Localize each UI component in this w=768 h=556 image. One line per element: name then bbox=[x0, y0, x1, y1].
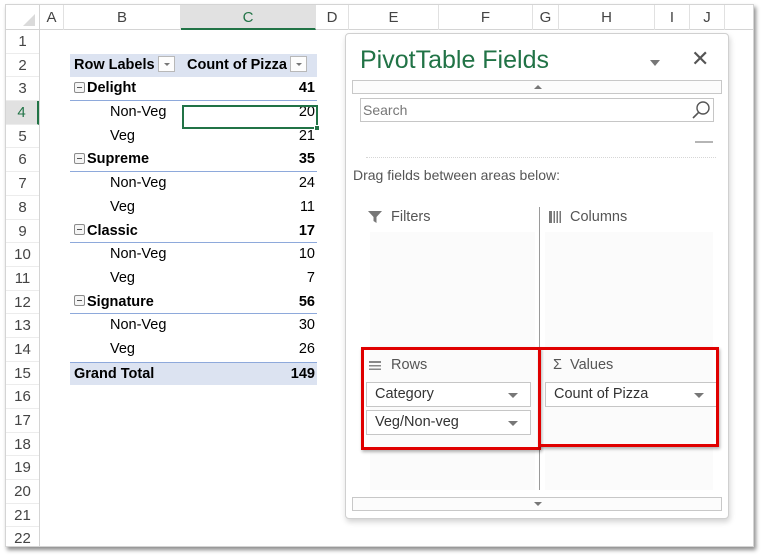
row-header[interactable]: 3 bbox=[6, 77, 39, 102]
column-header-bar: A B C D E F G H I J bbox=[6, 5, 753, 30]
search-placeholder: Search bbox=[363, 102, 408, 118]
row-header[interactable]: 12 bbox=[6, 291, 39, 315]
column-header-h[interactable]: H bbox=[559, 5, 655, 30]
columns-area-title: Columns bbox=[570, 209, 628, 225]
pivot-child-row[interactable]: Non-Veg 10 bbox=[70, 243, 317, 267]
row-header[interactable]: 1 bbox=[6, 30, 39, 54]
pivot-child-row[interactable]: Veg 11 bbox=[70, 196, 317, 220]
row-header[interactable]: 13 bbox=[6, 314, 39, 338]
filters-area-title: Filters bbox=[391, 209, 431, 225]
column-header-i[interactable]: I bbox=[655, 5, 690, 30]
row-header[interactable]: 5 bbox=[6, 125, 39, 149]
collapse-icon[interactable] bbox=[74, 224, 85, 236]
scroll-down-button[interactable] bbox=[352, 497, 722, 511]
tools-menu-icon[interactable] bbox=[695, 141, 713, 143]
selected-cell-c4[interactable] bbox=[182, 105, 320, 131]
fill-handle[interactable] bbox=[314, 125, 320, 131]
scroll-up-button[interactable] bbox=[352, 80, 722, 94]
filters-drop-zone[interactable] bbox=[370, 232, 535, 342]
filter-icon bbox=[368, 211, 382, 223]
pivot-header-row: Row Labels Count of Pizza bbox=[70, 53, 317, 78]
select-all-corner[interactable] bbox=[6, 5, 40, 30]
pivot-group-row[interactable]: Signature 56 bbox=[70, 291, 317, 315]
column-header-a[interactable]: A bbox=[40, 5, 64, 30]
separator bbox=[366, 157, 716, 158]
row-header[interactable]: 10 bbox=[6, 243, 39, 267]
row-header[interactable]: 21 bbox=[6, 504, 39, 528]
close-icon[interactable]: ✕ bbox=[691, 48, 709, 70]
pivot-group-row[interactable]: Delight 41 bbox=[70, 77, 317, 102]
row-header[interactable]: 8 bbox=[6, 196, 39, 220]
drag-fields-label: Drag fields between areas below: bbox=[353, 167, 561, 183]
rows-highlight-box bbox=[361, 347, 541, 450]
row-header[interactable]: 22 bbox=[6, 527, 39, 546]
columns-drop-zone[interactable] bbox=[545, 232, 713, 342]
search-input[interactable]: Search bbox=[360, 98, 714, 122]
column-header-f[interactable]: F bbox=[439, 5, 533, 30]
pivot-child-row[interactable]: Non-Veg 24 bbox=[70, 172, 317, 196]
grand-total-row[interactable]: Grand Total 149 bbox=[70, 361, 317, 386]
pivot-child-row[interactable]: Non-Veg 30 bbox=[70, 314, 317, 338]
row-header[interactable]: 11 bbox=[6, 267, 39, 291]
row-labels-filter-button[interactable] bbox=[157, 55, 175, 72]
collapse-icon[interactable] bbox=[74, 82, 85, 94]
row-labels-header: Row Labels bbox=[74, 54, 175, 78]
values-filter-button[interactable] bbox=[289, 55, 307, 72]
column-header-j[interactable]: J bbox=[690, 5, 725, 30]
column-header-d[interactable]: D bbox=[316, 5, 349, 30]
row-header[interactable]: 15 bbox=[6, 362, 39, 386]
pivot-group-row[interactable]: Classic 17 bbox=[70, 220, 317, 244]
values-header: Count of Pizza bbox=[187, 54, 307, 78]
pivot-group-row[interactable]: Supreme 35 bbox=[70, 148, 317, 173]
values-highlight-box bbox=[538, 347, 719, 447]
pivot-child-row[interactable]: Veg 26 bbox=[70, 338, 317, 362]
pivot-child-row[interactable]: Veg 7 bbox=[70, 267, 317, 291]
pivottable-fields-pane: PivotTable Fields ✕ Search Drag fields b… bbox=[345, 33, 729, 519]
row-header[interactable]: 9 bbox=[6, 220, 39, 244]
pivot-table: Row Labels Count of Pizza Delight 41 Non… bbox=[70, 53, 317, 386]
columns-icon bbox=[549, 211, 561, 223]
row-header[interactable]: 19 bbox=[6, 456, 39, 481]
column-header-b[interactable]: B bbox=[64, 5, 181, 30]
search-icon[interactable] bbox=[691, 100, 711, 120]
column-header-e[interactable]: E bbox=[349, 5, 439, 30]
row-header[interactable]: 7 bbox=[6, 172, 39, 196]
column-header-g[interactable]: G bbox=[533, 5, 559, 30]
row-header[interactable]: 2 bbox=[6, 54, 39, 78]
row-header[interactable]: 16 bbox=[6, 385, 39, 409]
row-header[interactable]: 6 bbox=[6, 148, 39, 173]
row-header-bar: 1 2 3 4 5 6 7 8 9 10 11 12 13 14 15 16 1… bbox=[6, 30, 40, 546]
row-header[interactable]: 18 bbox=[6, 433, 39, 457]
row-header[interactable]: 14 bbox=[6, 338, 39, 362]
row-header[interactable]: 17 bbox=[6, 409, 39, 433]
column-header-c[interactable]: C bbox=[181, 5, 316, 30]
pane-title: PivotTable Fields bbox=[360, 46, 549, 74]
row-header-active[interactable]: 4 bbox=[6, 101, 39, 125]
collapse-icon[interactable] bbox=[74, 295, 85, 307]
collapse-icon[interactable] bbox=[74, 153, 85, 165]
pane-options-dropdown-icon[interactable] bbox=[650, 60, 660, 66]
row-header[interactable]: 20 bbox=[6, 480, 39, 504]
